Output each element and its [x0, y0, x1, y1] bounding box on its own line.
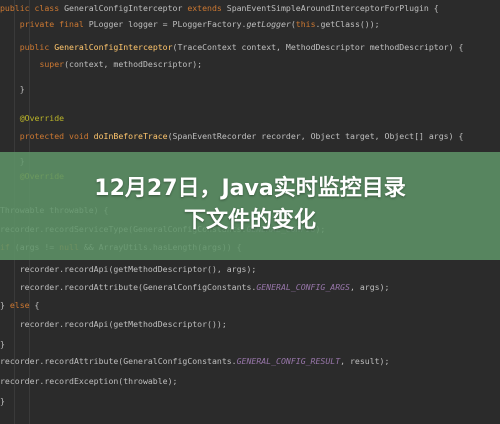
code-line: recorder.recordApi(getMethodDescriptor()… [0, 262, 257, 276]
code-token: GeneralConfigInterceptor [54, 42, 173, 52]
code-token: this [295, 19, 316, 29]
article-title-line-2: 下文件的变化 [183, 208, 316, 233]
code-token: GeneralConfigInterceptor [64, 3, 188, 13]
code-line: public class GeneralConfigInterceptor ex… [0, 1, 439, 15]
code-token: public [0, 42, 55, 52]
code-token: recorder.recordAttribute(GeneralConfigCo… [0, 356, 237, 366]
code-token: recorder.recordAttribute(GeneralConfigCo… [0, 282, 257, 292]
code-token: .getClass()); [315, 19, 380, 29]
code-token: (context, methodDescriptor); [64, 59, 203, 69]
code-token: SpanEventSimpleAroundInterceptorForPlugi… [226, 3, 439, 13]
code-line: } [0, 337, 5, 351]
code-token: , args); [350, 282, 390, 292]
code-token: recorder.recordApi(getMethodDescriptor()… [0, 319, 227, 329]
code-token: PLogger logger = PLoggerFactory. [88, 19, 247, 29]
code-token: recorder.recordApi(getMethodDescriptor()… [0, 264, 257, 274]
code-token: recorder.recordException(throwable); [0, 376, 178, 386]
code-line: recorder.recordAttribute(GeneralConfigCo… [0, 354, 389, 368]
code-line: private final PLogger logger = PLoggerFa… [0, 17, 380, 31]
code-token: GENERAL_CONFIG_ARGS [256, 282, 350, 292]
code-token: getLogger [246, 19, 291, 29]
code-token: doInBeforeTrace [93, 131, 168, 141]
code-token: } [0, 300, 10, 310]
code-line: } else { [0, 298, 39, 312]
code-token: public class [0, 3, 65, 13]
code-token: } [0, 339, 5, 349]
article-title: 12月27日，Java实时监控目录 下文件的变化 [0, 173, 500, 237]
code-token: , result); [340, 356, 390, 366]
code-token: } [0, 396, 5, 406]
code-token: (TraceContext context, MethodDescriptor … [172, 42, 464, 52]
code-token: (SpanEventRecorder recorder, Object targ… [167, 131, 464, 141]
code-token: @Override [0, 113, 65, 123]
code-token: GENERAL_CONFIG_RESULT [236, 356, 341, 366]
code-line: recorder.recordException(throwable); [0, 374, 177, 388]
code-line: super(context, methodDescriptor); [0, 57, 202, 71]
article-title-line-1: 12月27日，Java实时监控目录 [94, 176, 406, 201]
code-token: } [0, 84, 25, 94]
code-token: extends [187, 3, 227, 13]
code-token: else [9, 300, 35, 310]
code-token: private final [0, 19, 89, 29]
code-line: public GeneralConfigInterceptor(TraceCon… [0, 40, 464, 54]
code-token: { [34, 300, 40, 310]
code-line: recorder.recordAttribute(GeneralConfigCo… [0, 280, 390, 294]
code-token: super [39, 59, 65, 69]
code-line: } [0, 82, 25, 96]
code-line: protected void doInBeforeTrace(SpanEvent… [0, 129, 464, 143]
code-token: protected void [0, 131, 94, 141]
code-line: } [0, 394, 5, 408]
code-line: @Override [0, 111, 64, 125]
code-line: recorder.recordApi(getMethodDescriptor()… [0, 317, 227, 331]
